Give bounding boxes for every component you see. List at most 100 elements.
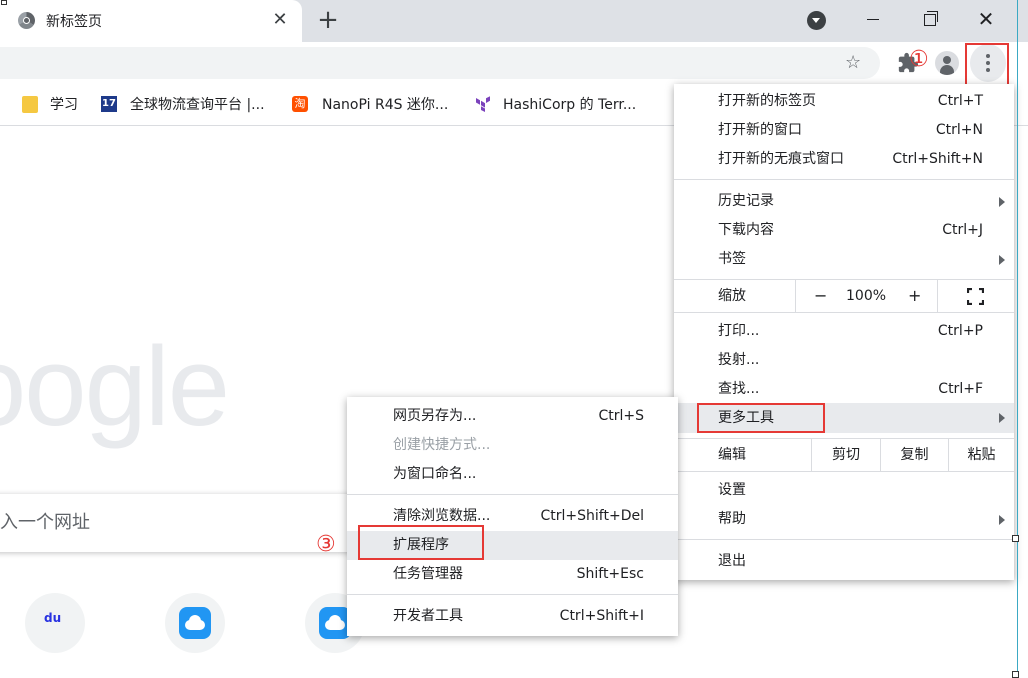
bookmark-star-icon[interactable]: ☆ — [845, 52, 861, 74]
bookmark-study[interactable]: 学习 — [50, 95, 78, 115]
more-tools-submenu: 网页另存为... Ctrl+S 创建快捷方式... 为窗口命名... 清除浏览数… — [347, 397, 678, 636]
annotation-1-label: ① — [909, 47, 929, 72]
menu-item-label: 创建快捷方式... — [393, 437, 491, 453]
menu-item-help[interactable]: 帮助 — [674, 505, 1014, 534]
menu-divider — [347, 494, 678, 495]
submenu-item-save-page-as[interactable]: 网页另存为... Ctrl+S — [347, 402, 678, 431]
minimize-button[interactable] — [858, 5, 888, 33]
selection-frame-line — [1017, 0, 1018, 678]
paste-button[interactable]: 粘贴 — [948, 439, 1014, 471]
menu-item-exit[interactable]: 退出 — [674, 547, 1014, 576]
menu-divider — [674, 179, 1014, 180]
menu-item-shortcut: Ctrl+Shift+Del — [540, 508, 644, 524]
cut-button[interactable]: 剪切 — [811, 439, 880, 471]
menu-item-label: 投射... — [718, 352, 760, 368]
bookmark-17track[interactable]: 全球物流查询平台 |... — [130, 95, 265, 115]
copy-button[interactable]: 复制 — [880, 439, 948, 471]
submenu-arrow-icon — [999, 255, 1005, 265]
menu-item-shortcut: Ctrl+F — [938, 381, 983, 397]
zoom-label: 缩放 — [718, 288, 746, 304]
chrome-main-menu: 打开新的标签页 Ctrl+T 打开新的窗口 Ctrl+N 打开新的无痕式窗口 C… — [674, 84, 1014, 580]
baidu-icon: du — [44, 611, 62, 625]
menu-item-label: 任务管理器 — [393, 566, 463, 582]
menu-item-downloads[interactable]: 下载内容 Ctrl+J — [674, 216, 1014, 245]
menu-item-label: 查找... — [718, 381, 760, 397]
menu-item-shortcut: Ctrl+J — [942, 222, 983, 238]
submenu-arrow-icon — [999, 197, 1005, 207]
terraform-icon — [476, 96, 490, 112]
menu-edit-row: 编辑 剪切 复制 粘贴 — [674, 439, 1014, 471]
annotation-3-label: ③ — [316, 532, 336, 557]
menu-item-shortcut: Ctrl+Shift+N — [892, 151, 983, 167]
zoom-in-button[interactable]: + — [908, 280, 921, 312]
profile-avatar[interactable] — [935, 51, 959, 75]
selection-handle — [1012, 671, 1019, 678]
menu-divider — [674, 312, 1014, 313]
submenu-item-name-window[interactable]: 为窗口命名... — [347, 460, 678, 489]
submenu-arrow-icon — [999, 515, 1005, 525]
menu-item-shortcut: Ctrl+P — [937, 323, 983, 339]
menu-item-shortcut: Ctrl+N — [935, 122, 983, 138]
shortcut-baidu[interactable]: du — [25, 593, 85, 653]
menu-item-new-incognito-window[interactable]: 打开新的无痕式窗口 Ctrl+Shift+N — [674, 145, 1014, 174]
fullscreen-icon[interactable] — [967, 288, 984, 305]
zoom-control: − 100% + — [795, 280, 938, 312]
ntp-search-placeholder: 入一个网址 — [0, 512, 90, 533]
bookmark-hashicorp[interactable]: HashiCorp 的 Terr... — [503, 95, 636, 115]
google-logo: oogle — [0, 324, 230, 449]
menu-item-label: 打开新的无痕式窗口 — [718, 151, 844, 167]
menu-item-shortcut: Ctrl+S — [598, 408, 644, 424]
menu-item-label: 开发者工具 — [393, 608, 463, 624]
tab-strip: 新标签页 ✕ + ✕ — [0, 0, 1028, 42]
tab-search-icon[interactable] — [807, 11, 826, 30]
menu-divider — [674, 471, 1014, 472]
cloud-icon — [179, 607, 211, 639]
restore-button[interactable] — [914, 5, 944, 33]
submenu-item-task-manager[interactable]: 任务管理器 Shift+Esc — [347, 560, 678, 589]
new-tab-button[interactable]: + — [314, 6, 342, 34]
close-window-button[interactable]: ✕ — [971, 5, 1001, 33]
menu-item-label: 为窗口命名... — [393, 466, 477, 482]
submenu-item-create-shortcut: 创建快捷方式... — [347, 431, 678, 460]
address-bar[interactable] — [0, 47, 880, 79]
menu-item-shortcut: Shift+Esc — [576, 566, 644, 582]
menu-item-label: 书签 — [718, 251, 746, 267]
annotation-2-highlight-box — [697, 403, 825, 433]
menu-item-label: 退出 — [718, 553, 746, 569]
menu-item-new-window[interactable]: 打开新的窗口 Ctrl+N — [674, 116, 1014, 145]
zoom-out-button[interactable]: − — [814, 280, 827, 312]
toolbar: ☆ — [0, 42, 1028, 84]
menu-item-bookmarks[interactable]: 书签 — [674, 245, 1014, 274]
menu-item-label: 下载内容 — [718, 222, 774, 238]
menu-item-label: 历史记录 — [718, 193, 774, 209]
menu-item-label: 打开新的窗口 — [718, 122, 802, 138]
menu-item-shortcut: Ctrl+T — [937, 93, 983, 109]
menu-zoom-row: 缩放 − 100% + — [674, 280, 1014, 312]
menu-item-print[interactable]: 打印... Ctrl+P — [674, 317, 1014, 346]
tab-close-icon[interactable]: ✕ — [268, 8, 292, 32]
taobao-icon: 淘 — [292, 96, 308, 112]
edit-label: 编辑 — [718, 447, 746, 463]
menu-item-label: 帮助 — [718, 511, 746, 527]
menu-item-label: 打印... — [718, 323, 760, 339]
17track-icon: 17 — [101, 96, 117, 112]
menu-item-shortcut: Ctrl+Shift+I — [559, 608, 644, 624]
menu-item-history[interactable]: 历史记录 — [674, 187, 1014, 216]
bookmark-nanopi[interactable]: NanoPi R4S 迷你... — [322, 95, 448, 115]
selection-handle — [1012, 535, 1019, 542]
menu-item-find[interactable]: 查找... Ctrl+F — [674, 375, 1014, 404]
chrome-favicon-icon — [18, 12, 35, 29]
shortcut-cloud-1[interactable] — [165, 593, 225, 653]
menu-divider — [674, 539, 1014, 540]
menu-item-settings[interactable]: 设置 — [674, 476, 1014, 505]
folder-icon — [22, 96, 38, 113]
menu-item-new-tab[interactable]: 打开新的标签页 Ctrl+T — [674, 87, 1014, 116]
tab-new-tab[interactable]: 新标签页 ✕ — [0, 0, 302, 42]
menu-item-label: 打开新的标签页 — [718, 93, 816, 109]
menu-item-cast[interactable]: 投射... — [674, 346, 1014, 375]
annotation-3-highlight-box — [358, 525, 484, 560]
selection-handle — [1, 0, 7, 5]
submenu-item-developer-tools[interactable]: 开发者工具 Ctrl+Shift+I — [347, 602, 678, 631]
menu-item-label: 设置 — [718, 482, 746, 498]
menu-item-label: 网页另存为... — [393, 408, 477, 424]
